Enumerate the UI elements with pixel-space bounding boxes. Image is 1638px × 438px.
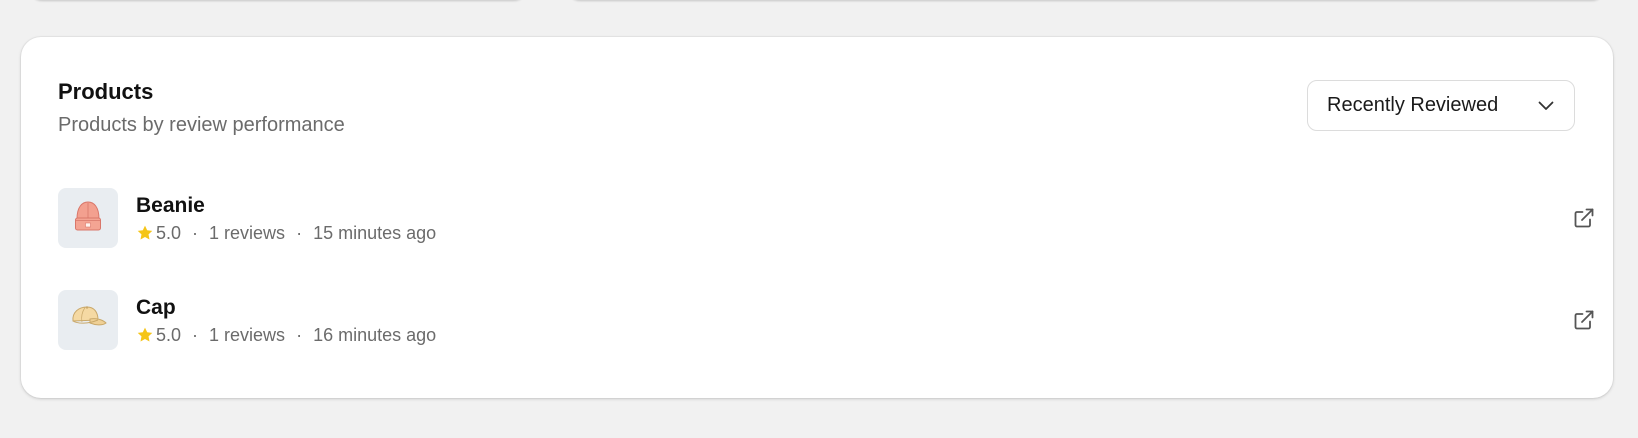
chevron-down-icon (1537, 97, 1555, 115)
products-card-subtitle: Products by review performance (58, 114, 345, 136)
external-link-icon[interactable] (1572, 308, 1596, 332)
beanie-icon (72, 199, 104, 238)
product-name[interactable]: Cap (136, 295, 176, 321)
product-rating: 5.0 (156, 325, 182, 345)
products-card-title: Products (58, 79, 154, 104)
meta-separator: · (192, 223, 199, 243)
product-thumbnail (58, 188, 118, 248)
products-card-header: Products Products by review performance (58, 78, 345, 138)
product-last-review-time: 15 minutes ago (313, 223, 437, 243)
product-row: Cap 5.0 · 1 reviews · 16 minutes ago (58, 290, 1596, 350)
product-thumbnail (58, 290, 118, 350)
product-row: Beanie 5.0 · 1 reviews · 15 minutes ago (58, 188, 1596, 248)
star-icon (137, 225, 153, 240)
star-icon (137, 327, 153, 342)
product-meta: 5.0 · 1 reviews · 16 minutes ago (136, 323, 436, 347)
product-name[interactable]: Beanie (136, 193, 205, 219)
product-last-review-time: 16 minutes ago (313, 325, 437, 345)
cap-icon (68, 303, 108, 338)
meta-separator: · (192, 325, 199, 345)
product-review-count: 1 reviews (209, 223, 286, 243)
product-meta: 5.0 · 1 reviews · 15 minutes ago (136, 221, 436, 245)
product-review-count: 1 reviews (209, 325, 286, 345)
external-link-icon[interactable] (1572, 206, 1596, 230)
product-rating: 5.0 (156, 223, 182, 243)
products-card: Products Products by review performance … (21, 37, 1613, 398)
sort-dropdown[interactable]: Recently Reviewed (1307, 80, 1575, 131)
sort-dropdown-value: Recently Reviewed (1327, 94, 1499, 116)
meta-separator: · (296, 223, 303, 243)
meta-separator: · (296, 325, 303, 345)
